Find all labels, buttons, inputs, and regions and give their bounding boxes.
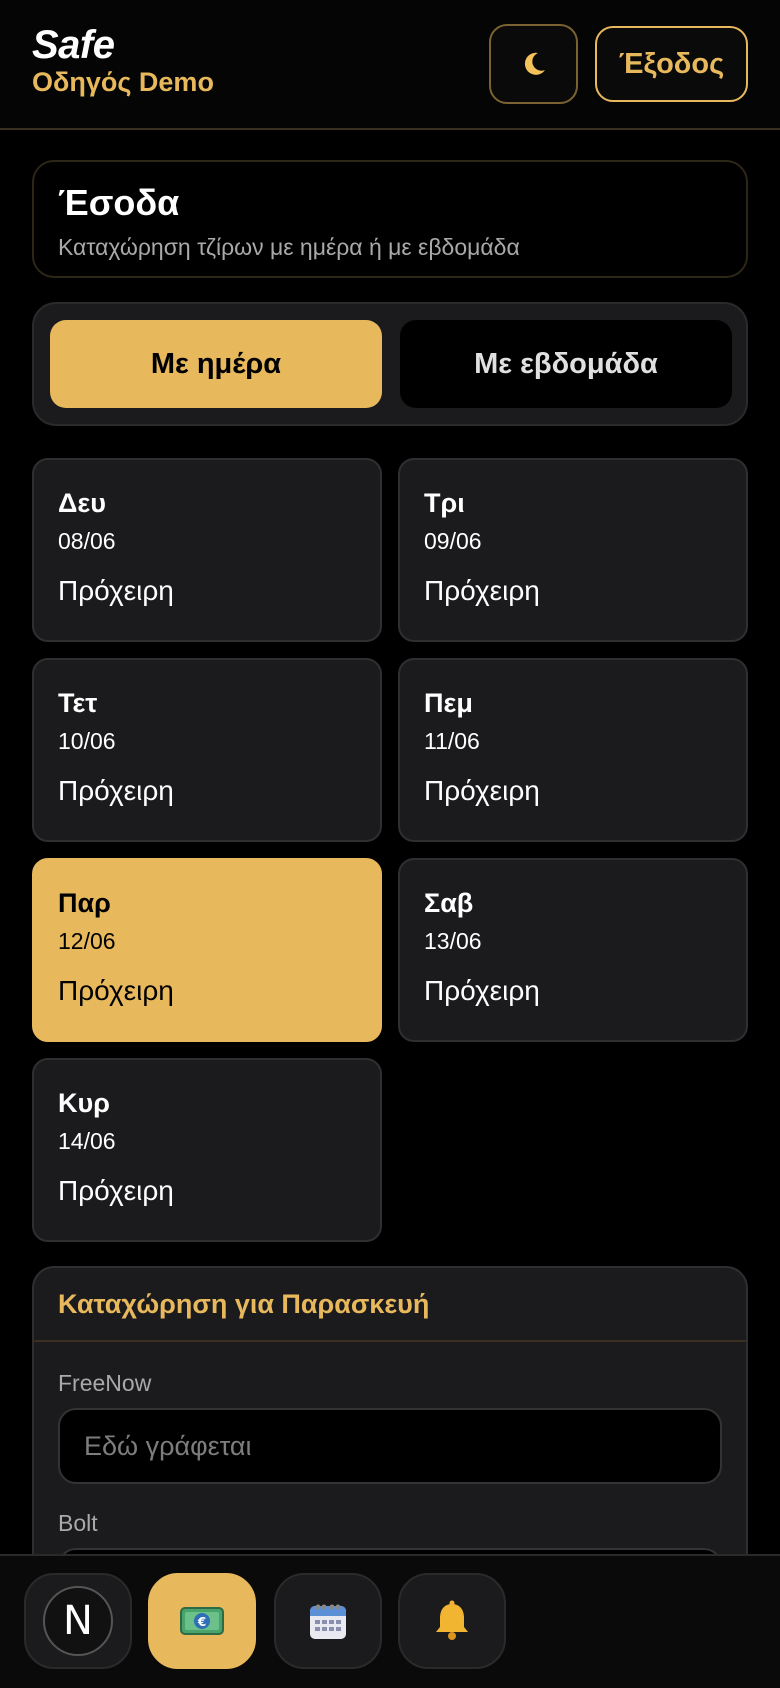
moon-icon xyxy=(524,52,545,75)
entry-header: Καταχώρηση για Παρασκευή xyxy=(34,1268,746,1342)
day-date: 10/06 xyxy=(58,728,116,754)
nav-home-button[interactable]: N xyxy=(24,1573,132,1669)
calendar-icon xyxy=(310,1604,346,1639)
bottom-nav: N € xyxy=(0,1554,780,1688)
money-icon: € xyxy=(180,1607,224,1635)
day-status: Πρόχειρη xyxy=(58,575,174,606)
day-date: 11/06 xyxy=(424,728,480,754)
theme-toggle-button[interactable] xyxy=(489,24,578,104)
day-name: Πεμ xyxy=(424,688,473,718)
day-card-thu[interactable]: Πεμ 11/06 Πρόχειρη xyxy=(398,658,748,842)
app-header: Safe Οδηγός Demo Έξοδος xyxy=(0,0,780,130)
nav-calendar-button[interactable] xyxy=(274,1573,382,1669)
day-name: Κυρ xyxy=(58,1088,110,1118)
page-subtitle: Καταχώρηση τζίρων με ημέρα ή με εβδομάδα xyxy=(58,234,520,260)
page-title: Έσοδα xyxy=(58,182,180,223)
day-status: Πρόχειρη xyxy=(424,775,540,806)
day-status: Πρόχειρη xyxy=(424,975,540,1006)
bolt-label: Bolt xyxy=(58,1510,98,1536)
mode-toggle: Με ημέρα Με εβδομάδα xyxy=(32,302,748,426)
bell-icon xyxy=(436,1600,468,1640)
day-status: Πρόχειρη xyxy=(58,1175,174,1206)
day-card-sat[interactable]: Σαβ 13/06 Πρόχειρη xyxy=(398,858,748,1042)
entry-title: Καταχώρηση για Παρασκευή xyxy=(58,1288,430,1319)
day-date: 08/06 xyxy=(58,528,116,554)
day-card-sun[interactable]: Κυρ 14/06 Πρόχειρη xyxy=(32,1058,382,1242)
page-title-card: Έσοδα Καταχώρηση τζίρων με ημέρα ή με εβ… xyxy=(32,160,748,278)
day-card-mon[interactable]: Δευ 08/06 Πρόχειρη xyxy=(32,458,382,642)
nav-income-button[interactable]: € xyxy=(148,1573,256,1669)
by-day-button[interactable]: Με ημέρα xyxy=(50,320,382,408)
day-date: 13/06 xyxy=(424,928,482,954)
day-status: Πρόχειρη xyxy=(58,775,174,806)
freenow-input[interactable] xyxy=(58,1408,722,1484)
day-date: 14/06 xyxy=(58,1128,116,1154)
day-name: Τετ xyxy=(58,688,98,718)
day-name: Παρ xyxy=(58,888,111,918)
logout-button[interactable]: Έξοδος xyxy=(595,26,748,102)
user-label: Οδηγός Demo xyxy=(32,67,214,97)
day-status: Πρόχειρη xyxy=(58,975,174,1006)
brand: Safe Οδηγός Demo xyxy=(32,24,214,98)
day-name: Σαβ xyxy=(424,888,474,918)
day-card-wed[interactable]: Τετ 10/06 Πρόχειρη xyxy=(32,658,382,842)
by-week-button[interactable]: Με εβδομάδα xyxy=(400,320,732,408)
day-name: Τρι xyxy=(424,488,465,518)
app-name: Safe xyxy=(32,23,115,67)
svg-text:€: € xyxy=(197,1615,206,1629)
freenow-label: FreeNow xyxy=(58,1370,152,1396)
day-date: 09/06 xyxy=(424,528,482,554)
day-card-fri[interactable]: Παρ 12/06 Πρόχειρη xyxy=(32,858,382,1042)
day-card-tue[interactable]: Τρι 09/06 Πρόχειρη xyxy=(398,458,748,642)
day-date: 12/06 xyxy=(58,928,116,954)
avatar-icon: N xyxy=(43,1586,113,1656)
nav-notifications-button[interactable] xyxy=(398,1573,506,1669)
day-name: Δευ xyxy=(58,488,106,518)
day-status: Πρόχειρη xyxy=(424,575,540,606)
